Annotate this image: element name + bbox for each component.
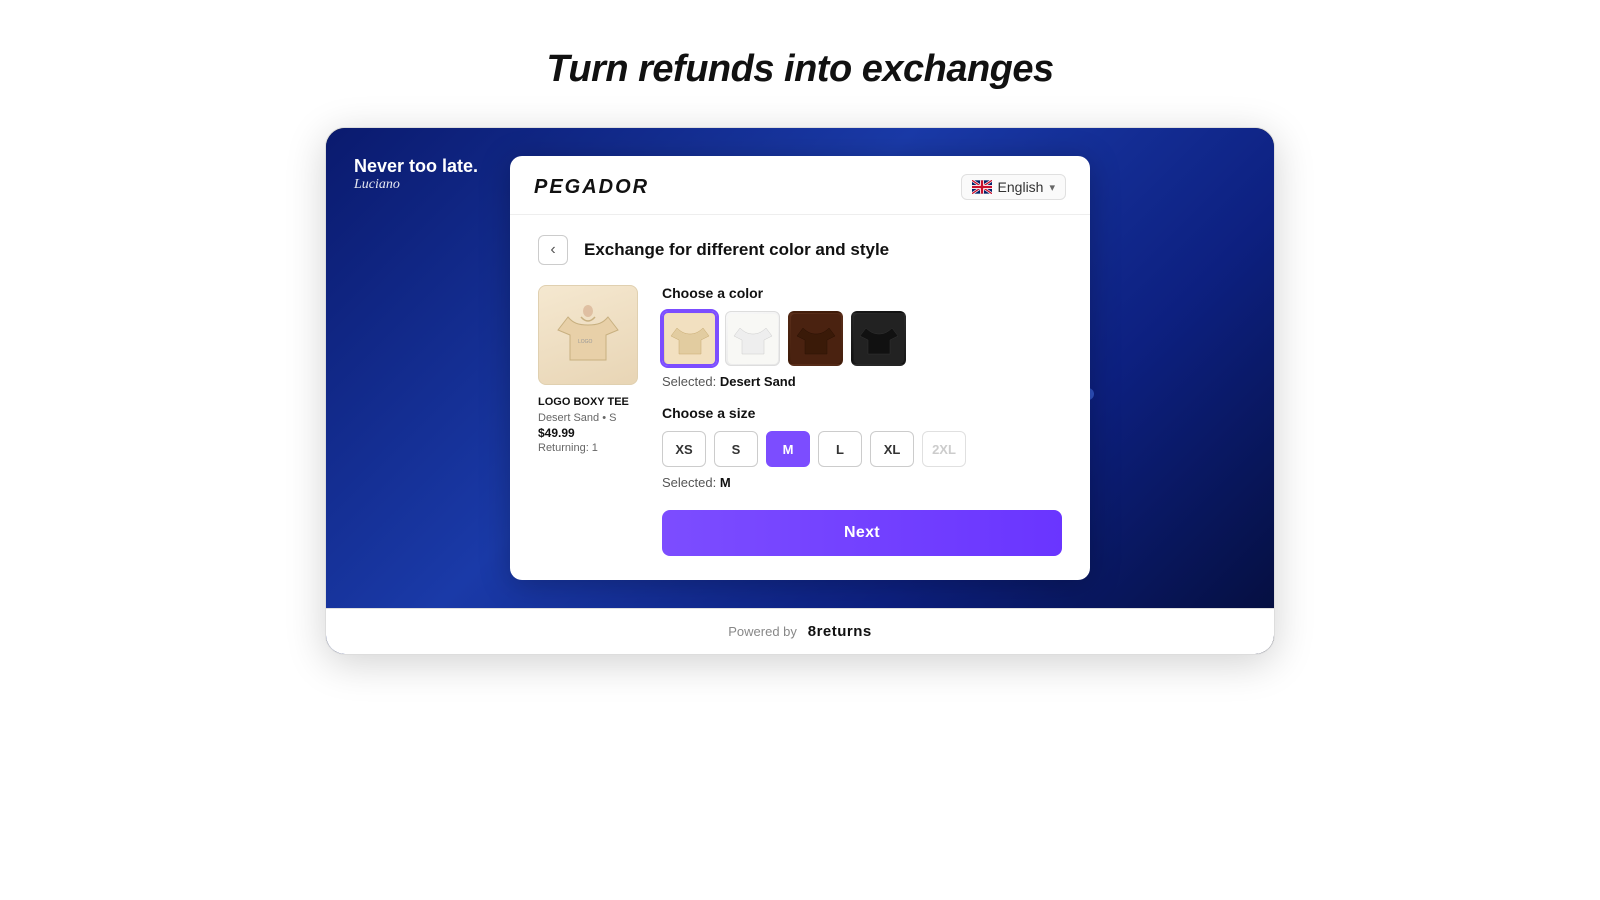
color-selected-prefix: Selected: [662,374,716,389]
size-options: XS S M L XL 2XL [662,431,1062,467]
exchange-modal: PEGADOR English ▾ ‹ Exchange for differe… [510,156,1090,580]
content-row: LOGO LOGO BOXY TEE Desert Sand • S $49.9… [538,285,1062,556]
color-selected-label: Selected: Desert Sand [662,374,1062,389]
size-selected-prefix: Selected: [662,475,716,490]
product-name: LOGO BOXY TEE [538,395,638,409]
bg-text-line2: Luciano [354,177,478,193]
page-nav-header: ‹ Exchange for different color and style [538,235,1062,265]
powered-by-text: Powered by [728,624,797,639]
size-btn-m[interactable]: M [766,431,810,467]
size-btn-xs[interactable]: XS [662,431,706,467]
color-swatch-brown-svg [791,314,841,364]
size-btn-s[interactable]: S [714,431,758,467]
brand-logo: PEGADOR [534,176,649,199]
bg-text-line1: Never too late. [354,156,478,177]
size-selected-label: Selected: M [662,475,1062,490]
product-image: LOGO [538,285,638,385]
next-button[interactable]: Next [662,510,1062,556]
modal-header: PEGADOR English ▾ [510,156,1090,215]
product-price: $49.99 [538,426,638,440]
chevron-down-icon: ▾ [1049,181,1055,194]
color-section-label: Choose a color [662,285,1062,301]
color-swatch-white[interactable] [725,311,780,366]
product-variant: Desert Sand • S [538,412,638,424]
color-swatch-black[interactable] [851,311,906,366]
background-overlay-text: Never too late. Luciano [354,156,478,193]
color-options [662,311,1062,366]
outer-card: Never too late. Luciano PEGADOR English … [325,127,1275,655]
color-swatch-desert-sand[interactable] [662,311,717,366]
language-selector[interactable]: English ▾ [961,174,1066,200]
product-card: LOGO LOGO BOXY TEE Desert Sand • S $49.9… [538,285,638,556]
returns-brand: 8returns [808,623,872,640]
svg-text:LOGO: LOGO [578,339,593,345]
step-title: Exchange for different color and style [584,240,889,260]
color-selected-value: Desert Sand [720,374,796,389]
language-label: English [998,179,1044,195]
page-title: Turn refunds into exchanges [546,48,1053,91]
size-btn-2xl: 2XL [922,431,966,467]
color-swatch-black-svg [854,314,904,364]
options-panel: Choose a color [662,285,1062,556]
powered-by-bar: Powered by 8returns [326,608,1274,654]
product-returning: Returning: 1 [538,442,638,454]
color-swatch-white-svg [728,314,778,364]
size-btn-l[interactable]: L [818,431,862,467]
size-selected-value: M [720,475,731,490]
size-btn-xl[interactable]: XL [870,431,914,467]
back-button[interactable]: ‹ [538,235,568,265]
flag-icon [972,180,992,194]
size-section-label: Choose a size [662,405,1062,421]
color-swatch-brown[interactable] [788,311,843,366]
product-tshirt-svg: LOGO [548,295,628,375]
modal-body: ‹ Exchange for different color and style [510,215,1090,580]
color-swatch-desert-sand-svg [665,314,715,364]
